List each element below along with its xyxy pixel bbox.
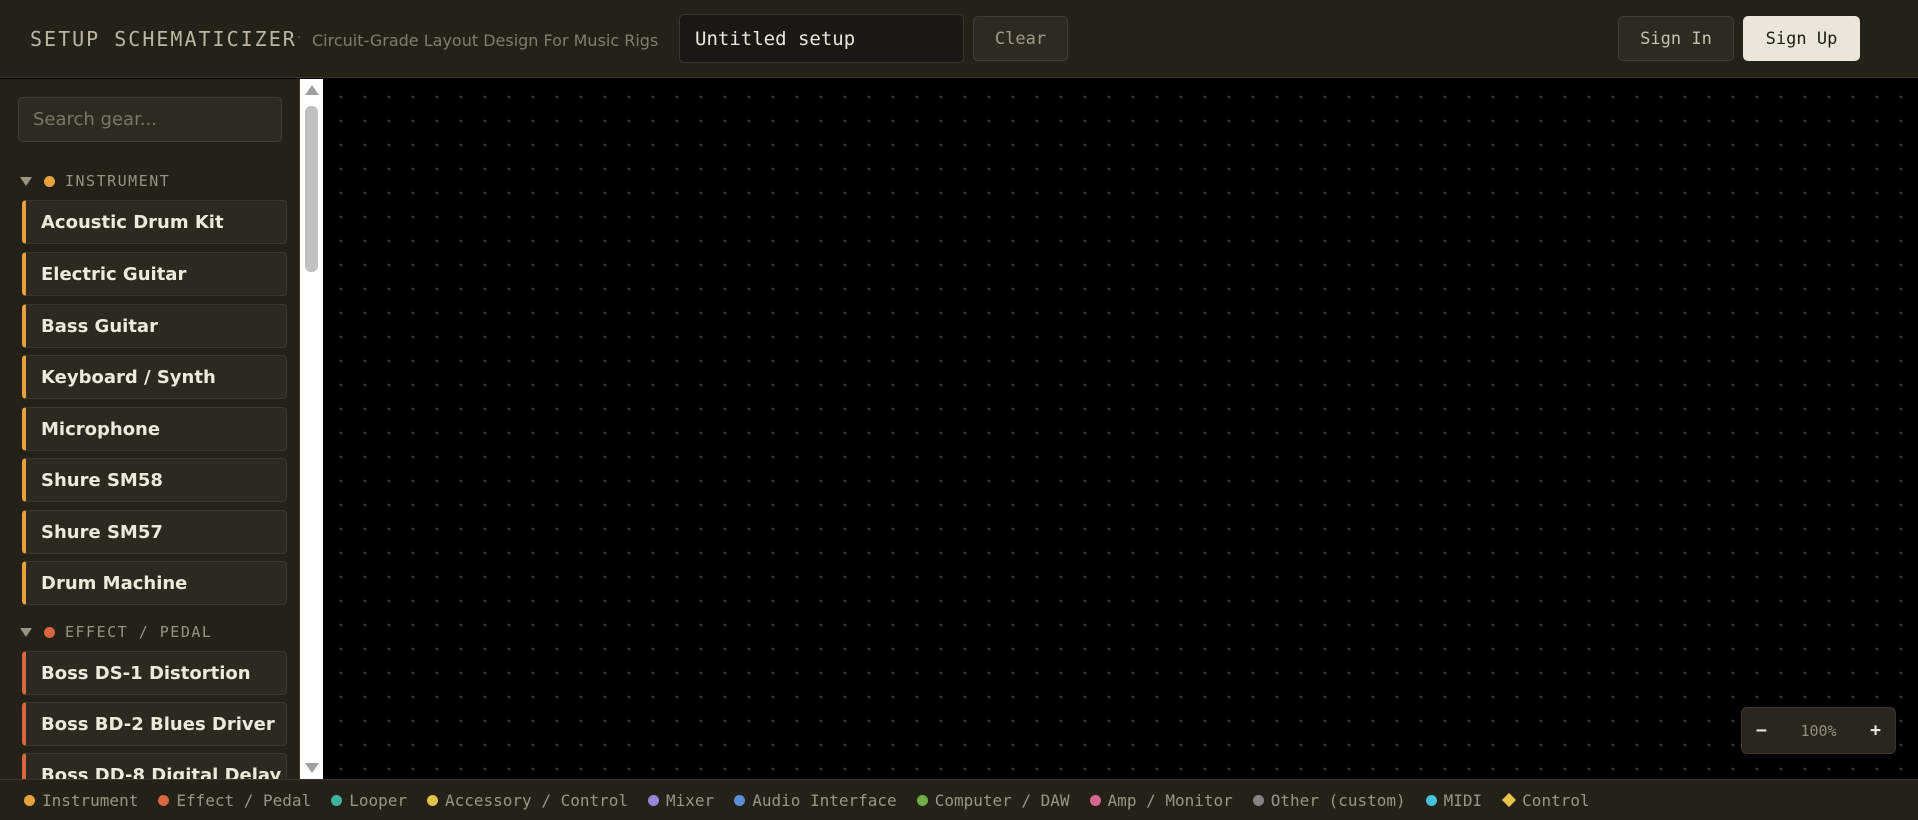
app-tagline: Circuit-Grade Layout Design For Music Ri… bbox=[312, 31, 659, 50]
legend-dot-icon bbox=[426, 794, 438, 806]
gear-item[interactable]: Shure SM58 bbox=[22, 458, 287, 502]
legend-dot-icon bbox=[916, 794, 928, 806]
gear-search-input[interactable] bbox=[18, 97, 282, 142]
legend-dot-icon bbox=[1089, 794, 1101, 806]
legend-item-computer-daw: Computer / DAW bbox=[916, 790, 1070, 810]
scrollbar-thumb[interactable] bbox=[305, 106, 318, 272]
gear-item[interactable]: Bass Guitar bbox=[22, 304, 287, 348]
title-separator: · bbox=[297, 30, 302, 46]
group-label: INSTRUMENT bbox=[65, 172, 171, 190]
clear-button[interactable]: Clear bbox=[973, 16, 1068, 61]
legend-dot-icon bbox=[1252, 794, 1264, 806]
schematic-canvas[interactable] bbox=[323, 79, 1918, 779]
legend-item-mixer: Mixer bbox=[648, 791, 714, 810]
legend-dot-icon bbox=[331, 794, 343, 806]
setup-name-input[interactable] bbox=[679, 14, 964, 63]
legend-dot-icon bbox=[734, 794, 746, 806]
zoom-in-button[interactable]: + bbox=[1870, 720, 1881, 741]
legend-label: Looper bbox=[349, 790, 407, 810]
caret-down-icon bbox=[20, 627, 32, 637]
scroll-up-arrow-icon[interactable] bbox=[305, 85, 319, 95]
legend-label: Other (custom) bbox=[1270, 790, 1406, 810]
caret-down-icon bbox=[20, 176, 32, 186]
gear-item[interactable]: Boss BD-2 Blues Driver bbox=[22, 702, 287, 746]
gear-item[interactable]: Microphone bbox=[22, 407, 287, 451]
top-bar: SETUP SCHEMATICIZER · Circuit-Grade Layo… bbox=[0, 0, 1918, 78]
zoom-control: − 100% + bbox=[1741, 707, 1896, 754]
legend-label: Audio Interface bbox=[752, 790, 897, 810]
category-dot-icon bbox=[44, 175, 55, 187]
group-header-instrument[interactable]: INSTRUMENT bbox=[20, 171, 170, 191]
gear-item[interactable]: Shure SM57 bbox=[22, 510, 287, 554]
group-header-effect-pedal[interactable]: EFFECT / PEDAL bbox=[20, 622, 212, 642]
legend-item-effect-pedal: Effect / Pedal bbox=[158, 791, 311, 810]
legend-dot-icon bbox=[24, 794, 35, 806]
sign-up-button[interactable]: Sign Up bbox=[1743, 16, 1860, 61]
legend-item-accessory-control: Accessory / Control bbox=[426, 790, 629, 810]
legend-dot-icon bbox=[1425, 794, 1437, 806]
category-legend: Instrument Effect / Pedal Looper Accesso… bbox=[0, 779, 1918, 820]
zoom-level: 100% bbox=[1800, 721, 1837, 740]
sidebar-scrollbar[interactable] bbox=[300, 79, 323, 779]
gear-sidebar: INSTRUMENT Acoustic Drum Kit Electric Gu… bbox=[0, 79, 300, 779]
gear-item[interactable]: Drum Machine bbox=[22, 561, 287, 605]
group-label: EFFECT / PEDAL bbox=[65, 623, 213, 641]
legend-item-instrument: Instrument bbox=[24, 791, 138, 810]
scroll-down-arrow-icon[interactable] bbox=[305, 763, 319, 773]
legend-label: Effect / Pedal bbox=[176, 790, 312, 810]
zoom-out-button[interactable]: − bbox=[1756, 720, 1767, 741]
legend-label: MIDI bbox=[1443, 790, 1483, 810]
legend-label: Control bbox=[1522, 790, 1590, 810]
sign-in-button[interactable]: Sign In bbox=[1618, 16, 1734, 61]
legend-label: Instrument bbox=[42, 790, 139, 810]
gear-item[interactable]: Boss DD-8 Digital Delay bbox=[22, 753, 287, 779]
legend-item-amp-monitor: Amp / Monitor bbox=[1089, 790, 1233, 810]
legend-item-midi: MIDI bbox=[1425, 790, 1483, 810]
category-dot-icon bbox=[44, 626, 55, 638]
legend-dot-icon bbox=[648, 794, 660, 806]
legend-label: Amp / Monitor bbox=[1107, 790, 1233, 810]
legend-item-other-custom: Other (custom) bbox=[1252, 790, 1406, 810]
legend-item-looper: Looper bbox=[331, 791, 407, 810]
gear-item[interactable]: Boss DS-1 Distortion bbox=[22, 651, 287, 695]
gear-item[interactable]: Acoustic Drum Kit bbox=[22, 200, 287, 244]
app-title: SETUP SCHEMATICIZER bbox=[30, 27, 297, 51]
legend-diamond-icon bbox=[1502, 792, 1517, 808]
legend-dot-icon bbox=[158, 794, 170, 806]
gear-item[interactable]: Keyboard / Synth bbox=[22, 355, 287, 399]
legend-item-control: Control bbox=[1502, 790, 1590, 810]
legend-label: Computer / DAW bbox=[934, 790, 1070, 810]
legend-label: Accessory / Control bbox=[444, 790, 629, 810]
gear-item[interactable]: Electric Guitar bbox=[22, 252, 287, 296]
legend-label: Mixer bbox=[666, 790, 715, 810]
legend-item-audio-interface: Audio Interface bbox=[734, 791, 897, 810]
